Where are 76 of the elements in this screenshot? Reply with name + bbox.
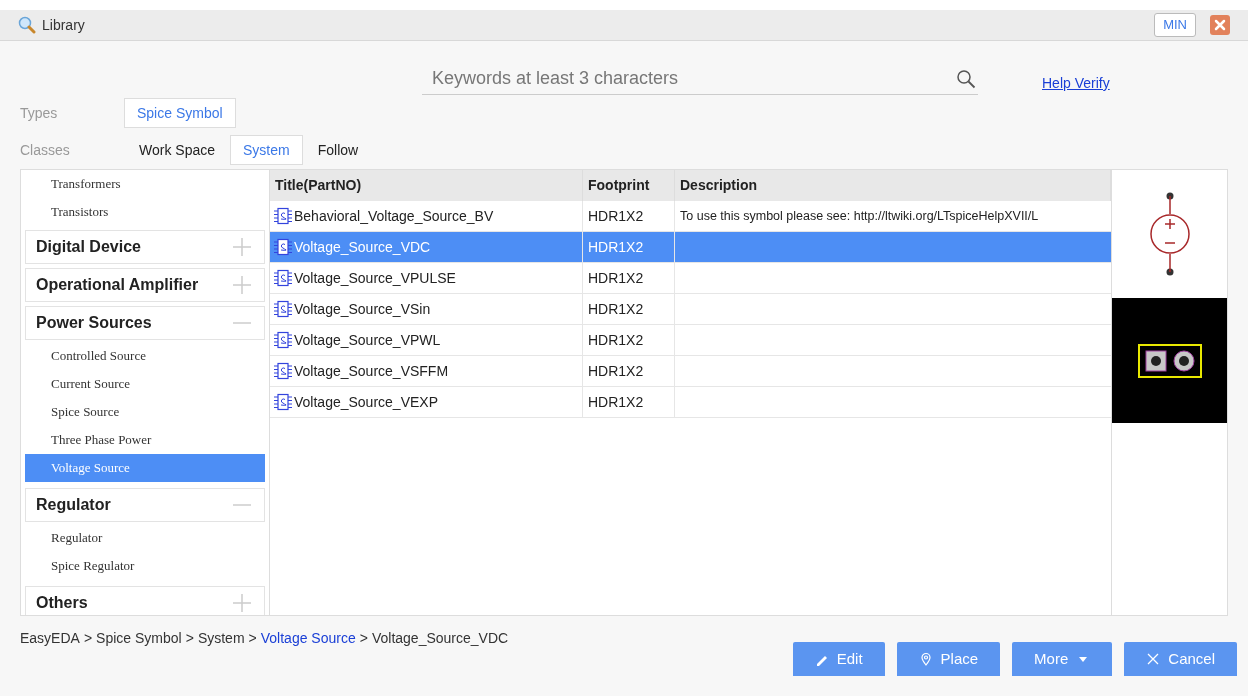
footprint-pads-drawing <box>1137 343 1202 378</box>
table-row[interactable]: Behavioral_Voltage_Source_BV HDR1X2 To use this symbol please see: http://ltwiki.org/LTspiceHelpXVII/L <box>270 201 1111 232</box>
part-title: Voltage_Source_VSFFM <box>294 361 449 381</box>
footprint-cell-text: HDR1X2 <box>588 206 644 226</box>
table-row[interactable]: Voltage_Source_VPULSE HDR1X2 <box>270 263 1111 294</box>
category-header[interactable]: Regulator <box>25 488 265 522</box>
breadcrumb-separator: > <box>359 629 368 648</box>
part-title: Voltage_Source_VSin <box>294 299 431 319</box>
filter-option[interactable]: Spice Symbol <box>124 98 236 128</box>
filter-option[interactable]: Follow <box>302 135 374 165</box>
filter-option[interactable]: Work Space <box>124 135 230 165</box>
breadcrumb-separator: > <box>248 629 257 648</box>
part-title: Voltage_Source_VPWL <box>294 330 441 350</box>
breadcrumb-item: System <box>197 629 245 648</box>
category-title: Regulator <box>36 495 111 515</box>
tree-item[interactable]: Spice Regulator <box>25 552 265 580</box>
description-cell-text: To use this symbol please see: http://ltwiki.org/LTspiceHelpXVII/L <box>680 207 1039 225</box>
breadcrumb-separator: > <box>185 629 194 648</box>
chip-icon <box>274 300 292 318</box>
category-title: Digital Device <box>36 237 141 257</box>
category-title: Operational Amplifier <box>36 275 199 295</box>
footprint-cell-text: HDR1X2 <box>588 392 644 412</box>
category-title: Power Sources <box>36 313 152 333</box>
table-row[interactable]: Voltage_Source_VPWL HDR1X2 <box>270 325 1111 356</box>
minus-icon <box>232 504 252 506</box>
tree-item[interactable]: Regulator <box>25 524 265 552</box>
minus-icon <box>232 322 252 324</box>
chip-icon <box>274 238 292 256</box>
chip-icon <box>274 393 292 411</box>
window-title: Library <box>42 15 85 35</box>
footprint-cell-text: HDR1X2 <box>588 330 644 350</box>
tree-item[interactable]: Three Phase Power <box>25 426 265 454</box>
close-icon[interactable] <box>1210 15 1230 35</box>
table-row[interactable]: Voltage_Source_VSin HDR1X2 <box>270 294 1111 325</box>
category-header[interactable]: Power Sources <box>25 306 265 340</box>
table-row[interactable]: Voltage_Source_VSFFM HDR1X2 <box>270 356 1111 387</box>
footprint-cell-text: HDR1X2 <box>588 268 644 288</box>
breadcrumb-item: Spice Symbol <box>96 629 182 648</box>
search-icon <box>18 16 36 34</box>
tree-item[interactable]: Spice Source <box>25 398 265 426</box>
part-title: Voltage_Source_VDC <box>294 237 431 257</box>
chip-icon <box>274 362 292 380</box>
category-header[interactable]: Digital Device <box>25 230 265 264</box>
plus-icon <box>232 593 252 613</box>
tree-item[interactable]: Transistors <box>25 198 265 226</box>
minimize-button[interactable]: MIN <box>1154 13 1196 37</box>
footprint-cell-text: HDR1X2 <box>588 299 644 319</box>
footprint-cell-text: HDR1X2 <box>588 361 644 381</box>
part-title: Voltage_Source_VPULSE <box>294 268 456 288</box>
search-field[interactable]: Keywords at least 3 characters <box>422 63 956 94</box>
plus-icon <box>232 275 252 295</box>
breadcrumb-link[interactable]: Voltage Source <box>260 628 356 649</box>
classes-label: Classes <box>20 140 71 160</box>
map-pin-icon <box>918 652 933 666</box>
chip-icon <box>274 207 292 225</box>
tree-item[interactable]: Transformers <box>25 170 265 198</box>
tree-item[interactable]: Current Source <box>25 370 265 398</box>
breadcrumb-item: EasyEDA <box>20 629 80 648</box>
footprint-cell-text: HDR1X2 <box>588 237 644 257</box>
table-row[interactable]: Voltage_Source_VEXP HDR1X2 <box>270 387 1111 418</box>
filter-option[interactable]: System <box>230 135 303 165</box>
part-title: Behavioral_Voltage_Source_BV <box>294 206 494 226</box>
category-header[interactable]: Others <box>25 586 265 615</box>
part-title: Voltage_Source_VEXP <box>294 392 438 412</box>
chip-icon <box>274 269 292 287</box>
plus-icon <box>232 237 252 257</box>
chip-icon <box>274 331 292 349</box>
category-title: Others <box>36 593 88 613</box>
category-header[interactable]: Operational Amplifier <box>25 268 265 302</box>
search-icon[interactable] <box>956 68 976 89</box>
close-icon <box>1146 652 1161 666</box>
breadcrumb-separator: > <box>83 629 93 648</box>
types-label: Types <box>20 103 59 123</box>
breadcrumb-item: Voltage_Source_VDC <box>371 629 509 648</box>
tree-item[interactable]: Controlled Source <box>25 342 265 370</box>
help-link[interactable]: Help Verify <box>1042 72 1110 94</box>
